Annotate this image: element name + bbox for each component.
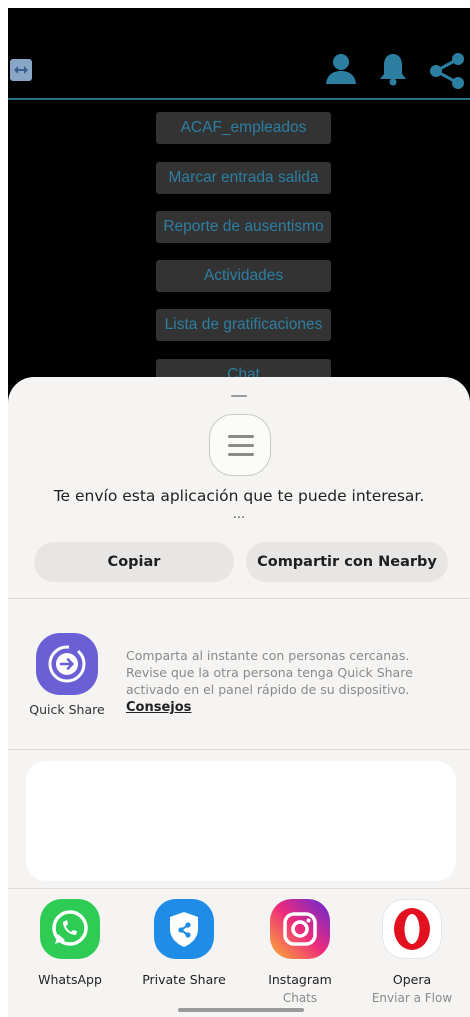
share-icon[interactable] [428,52,466,90]
share-apps-row: WhatsApp Private Share Instagram Chats O… [8,899,470,1009]
menu-button-gratificaciones[interactable]: Lista de gratificaciones [156,309,331,341]
suggestions-card [26,761,456,881]
quick-share-description: Comparta al instante con personas cercan… [126,648,413,697]
sheet-drag-handle[interactable] [231,395,247,397]
whatsapp-icon [40,899,100,959]
divider [8,749,470,750]
app-header [8,8,470,100]
copy-button[interactable]: Copiar [34,542,234,582]
menu-button-acaf-empleados[interactable]: ACAF_empleados [156,112,331,144]
nearby-share-button[interactable]: Compartir con Nearby [246,542,448,582]
instagram-icon [270,899,330,959]
quick-share-icon[interactable] [36,633,98,695]
app-subtitle: Enviar a Flow [371,991,453,1005]
app-name: Private Share [142,972,226,987]
user-icon[interactable] [324,52,358,86]
app-name: Instagram [268,972,332,987]
share-message: Te envío esta aplicación que te puede in… [53,487,425,505]
menu-button-actividades[interactable]: Actividades [156,260,331,292]
share-sheet: Te envío esta aplicación que te puede in… [8,377,470,1017]
quick-share-label: Quick Share [29,702,105,717]
app-name: WhatsApp [38,972,102,987]
home-indicator [178,1008,304,1012]
app-subtitle: Chats [282,991,318,1005]
divider [8,888,470,889]
quick-share-tips-link[interactable]: Consejos [126,700,191,715]
app-logo-icon[interactable] [10,59,32,81]
menu-button-marcar-entrada[interactable]: Marcar entrada salida [156,162,331,194]
divider [8,598,470,599]
bell-icon[interactable] [378,52,408,86]
app-name: Opera [392,972,432,987]
menu-button-reporte-ausentismo[interactable]: Reporte de ausentismo [156,211,331,243]
private-share-icon [154,899,214,959]
opera-icon [382,899,442,959]
share-message-more[interactable]: ... [8,507,470,522]
shared-app-icon [209,414,271,476]
screen: ACAF_empleados Marcar entrada salida Rep… [8,8,470,1017]
